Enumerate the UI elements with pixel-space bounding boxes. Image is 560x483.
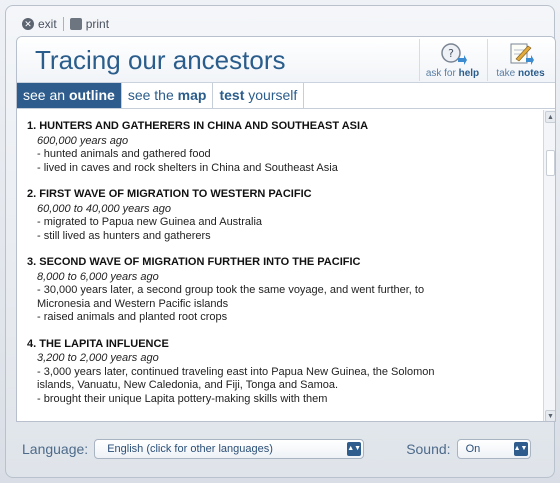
exit-button[interactable]: ✕ exit	[22, 17, 57, 31]
tab-bar: see an outline see the map test yourself	[17, 83, 555, 109]
tab-map[interactable]: see the map	[122, 83, 214, 108]
help-icon: ?	[440, 43, 467, 65]
exit-label: exit	[38, 17, 57, 31]
sound-value: On	[465, 443, 481, 455]
section-date: 8,000 to 6,000 years ago	[37, 270, 159, 283]
outline-section: 1. HUNTERS AND GATHERERS IN CHINA AND SO…	[27, 120, 531, 175]
outline-section: 2. FIRST WAVE OF MIGRATION TO WESTERN PA…	[27, 188, 531, 243]
outline-section: 3. SECOND WAVE OF MIGRATION FURTHER INTO…	[27, 256, 531, 325]
section-title: 3. SECOND WAVE OF MIGRATION FURTHER INTO…	[27, 256, 361, 268]
scroll-up-icon[interactable]: ▲	[545, 111, 555, 123]
sound-select[interactable]: On ▲▼	[456, 439, 531, 459]
section-date: 60,000 to 40,000 years ago	[37, 202, 171, 215]
content-scrollbar[interactable]: ▲ ▼	[543, 110, 555, 421]
toolbar-divider	[62, 17, 64, 31]
tab-test-bold: test	[219, 87, 245, 103]
section-title: 4. THE LAPITA INFLUENCE	[27, 337, 169, 350]
section-line: - lived in caves and rock shelters in Ch…	[37, 161, 338, 174]
section-date: 3,200 to 2,000 years ago	[37, 352, 159, 364]
title-bar: Tracing our ancestors ? ask for help tak…	[17, 37, 555, 83]
chevron-down-icon: ▲▼	[347, 442, 362, 456]
svg-text:?: ?	[448, 47, 454, 60]
print-button[interactable]: print	[69, 17, 110, 31]
tab-test-suffix: yourself	[244, 87, 298, 103]
tab-map-bold: map	[177, 87, 207, 103]
app-window: ✕ exit print Tracing our ancestors ? ask…	[5, 5, 556, 478]
section-line: islands, Vanuatu, New Caledonia, and Fij…	[37, 379, 339, 391]
section-line: - brought their unique Lapita pottery-ma…	[37, 392, 328, 405]
language-label: Language:	[22, 441, 89, 457]
ask-for-help-button[interactable]: ? ask for help	[419, 39, 485, 81]
chevron-down-icon: ▲▼	[513, 442, 528, 456]
section-title: 2. FIRST WAVE OF MIGRATION TO WESTERN PA…	[27, 188, 312, 200]
section-line: Micronesia and Western Pacific islands	[37, 297, 229, 310]
help-bold: help	[458, 68, 480, 79]
notes-bold: notes	[518, 68, 545, 79]
tab-test[interactable]: test yourself	[213, 83, 305, 108]
section-title: 1. HUNTERS AND GATHERERS IN CHINA AND SO…	[27, 120, 369, 132]
tab-map-prefix: see the	[127, 87, 178, 103]
section-line: - hunted animals and gathered food	[37, 148, 211, 160]
main-panel: Tracing our ancestors ? ask for help tak…	[16, 36, 556, 422]
notes-prefix: take	[496, 68, 518, 79]
language-select[interactable]: English (click for other languages) ▲▼	[94, 439, 365, 459]
section-date: 600,000 years ago	[37, 134, 129, 147]
help-prefix: ask for	[425, 68, 459, 79]
notes-icon	[510, 43, 534, 65]
outline-section: 4. THE LAPITA INFLUENCE 3,200 to 2,000 y…	[27, 338, 531, 407]
sound-label: Sound:	[406, 441, 451, 457]
section-line: - raised animals and planted root crops	[37, 311, 228, 323]
page-title: Tracing our ancestors	[35, 45, 286, 75]
outline-content: 1. HUNTERS AND GATHERERS IN CHINA AND SO…	[17, 110, 543, 421]
language-value: English (click for other languages)	[107, 443, 273, 455]
printer-icon	[69, 18, 82, 30]
top-toolbar: ✕ exit print	[22, 14, 109, 34]
scroll-down-icon[interactable]: ▼	[545, 410, 555, 421]
print-label: print	[85, 17, 110, 31]
bottom-bar: Language: English (click for other langu…	[16, 424, 556, 474]
tab-outline[interactable]: see an outline	[17, 83, 122, 108]
section-line: - 30,000 years later, a second group too…	[37, 284, 425, 296]
exit-icon: ✕	[22, 18, 34, 30]
section-line: - migrated to Papua new Guinea and Austr…	[37, 216, 263, 228]
take-notes-button[interactable]: take notes	[487, 39, 553, 81]
section-line: - 3,000 years later, continued traveling…	[37, 365, 435, 378]
tab-outline-bold: outline	[68, 87, 115, 103]
section-line: - still lived as hunters and gatherers	[37, 229, 211, 242]
scroll-thumb[interactable]	[546, 150, 555, 176]
tab-outline-prefix: see an	[23, 87, 69, 103]
